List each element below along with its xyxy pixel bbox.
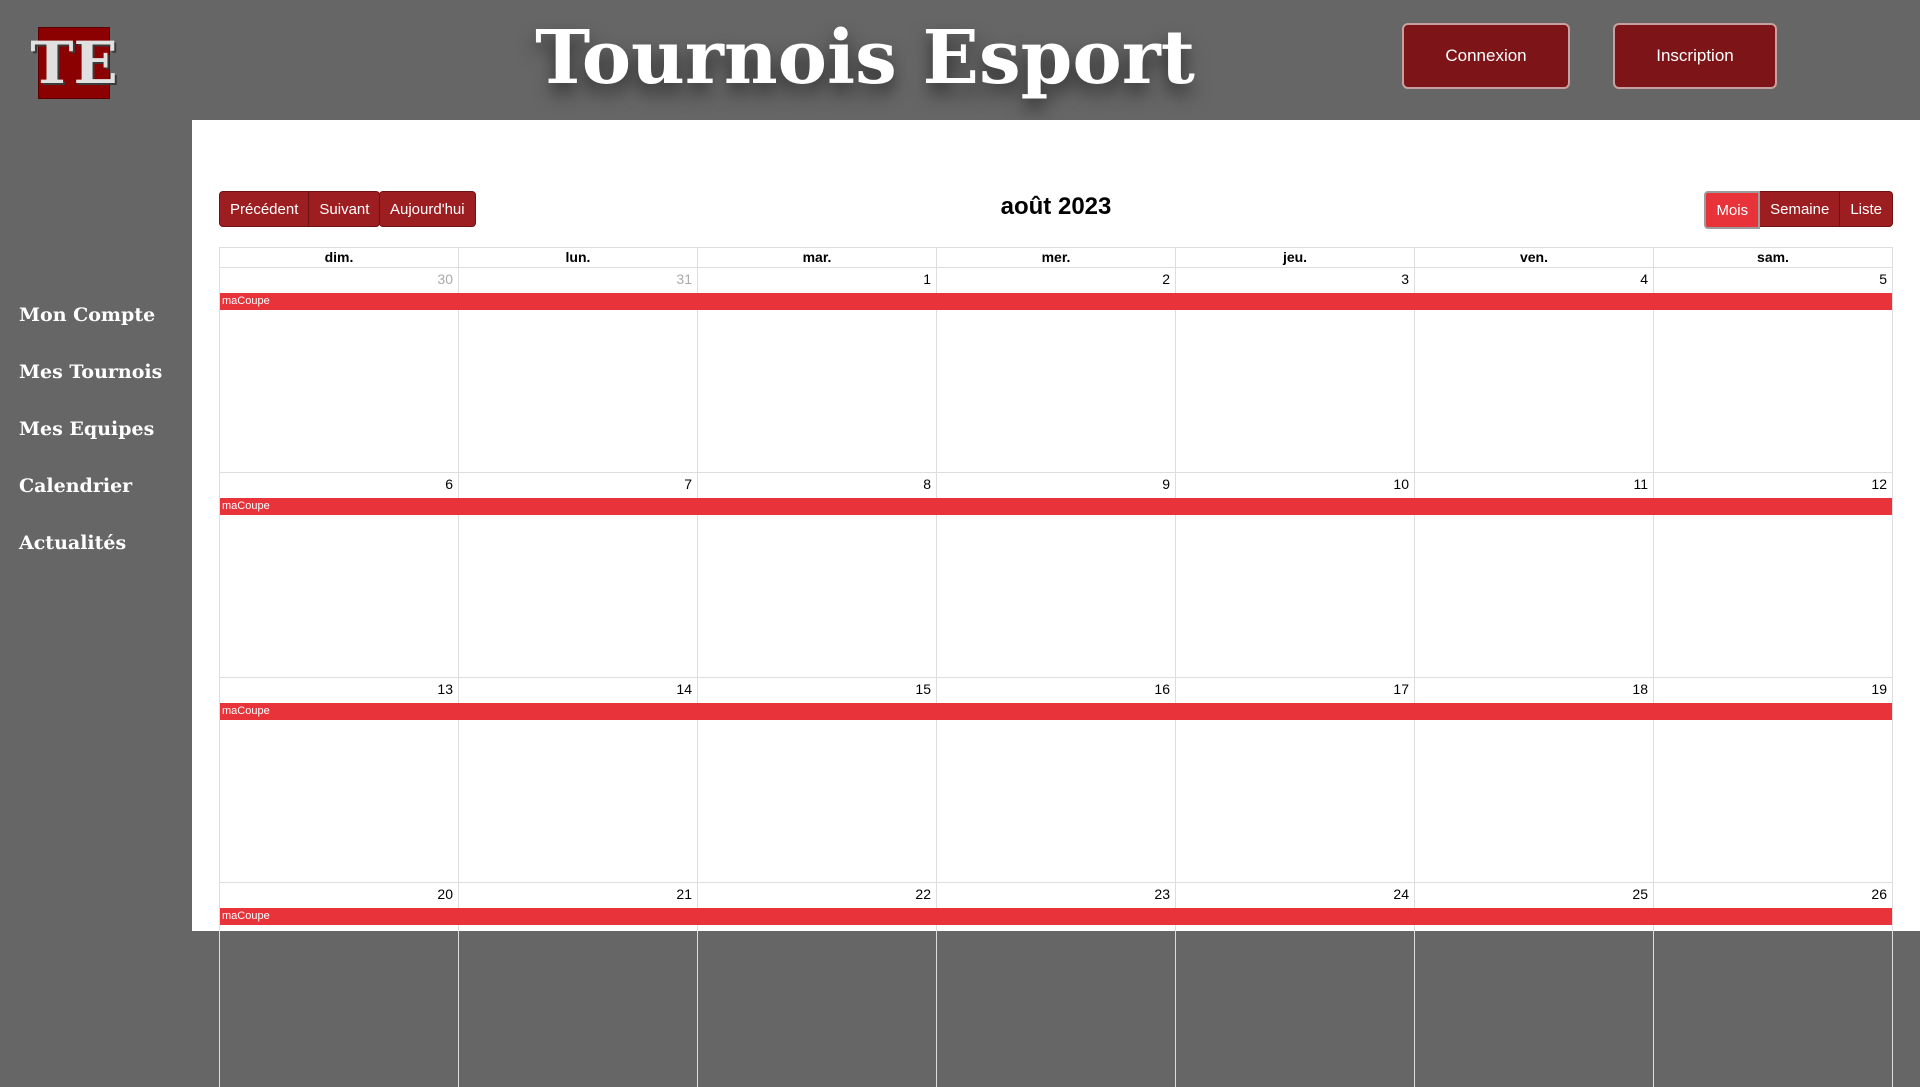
calendar-week: 13 14 15 16 17 18 19 maCoupe [219,677,1893,882]
dow-thursday: jeu. [1175,248,1414,267]
day-number: 16 [1154,681,1170,697]
day-number: 17 [1393,681,1409,697]
event-macoupe[interactable]: maCoupe [220,498,1892,515]
dow-sunday: dim. [324,249,354,265]
calendar-title: août 2023 [1000,193,1112,220]
day-number: 31 [676,271,692,287]
day-number: 21 [676,886,692,902]
day-number: 1 [923,271,931,287]
day-number: 12 [1871,476,1887,492]
main-content: Précédent Suivant Aujourd'hui août 2023 … [192,120,1920,1087]
calendar-grid: dim. lun. mar. mer. jeu. ven. sam. 30 31… [219,247,1893,1087]
day-number: 13 [437,681,453,697]
day-number: 11 [1633,476,1648,492]
view-week-button[interactable]: Semaine [1760,191,1841,227]
day-number: 2 [1162,271,1170,287]
day-number: 8 [923,476,931,492]
calendar-week: 30 31 1 2 3 4 5 maCoupe [219,267,1893,472]
view-month-button[interactable]: Mois [1704,191,1761,229]
calendar-week: 20 21 22 23 24 25 26 maCoupe [219,882,1893,1087]
day-number: 25 [1632,886,1648,902]
day-number: 19 [1871,681,1887,697]
day-number: 22 [915,886,931,902]
day-number: 5 [1879,271,1887,287]
event-macoupe[interactable]: maCoupe [220,908,1892,925]
sidebar-item-actualites[interactable]: Actualités [0,518,190,575]
day-number: 24 [1393,886,1409,902]
sidebar-item-calendrier[interactable]: Calendrier [0,461,190,518]
day-number: 9 [1162,476,1170,492]
day-number: 14 [676,681,692,697]
day-number: 30 [437,271,453,287]
sidebar-nav: Mon Compte Mes Tournois Mes Equipes Cale… [0,290,190,575]
event-macoupe[interactable]: maCoupe [220,703,1892,720]
day-number: 6 [445,476,453,492]
calendar-week: 6 7 8 9 10 11 12 maCoupe [219,472,1893,677]
dow-monday: lun. [458,248,697,267]
day-number: 26 [1871,886,1887,902]
dow-tuesday: mar. [697,248,936,267]
dow-friday: ven. [1414,248,1653,267]
day-number: 3 [1401,271,1409,287]
day-of-week-header: dim. lun. mar. mer. jeu. ven. sam. [219,247,1893,267]
login-button[interactable]: Connexion [1402,23,1570,89]
day-number: 10 [1393,476,1409,492]
sidebar-item-mes-equipes[interactable]: Mes Equipes [0,404,190,461]
view-button-group: Mois Semaine Liste [1704,191,1893,229]
day-number: 23 [1154,886,1170,902]
sidebar-item-mon-compte[interactable]: Mon Compte [0,290,190,347]
sidebar-item-mes-tournois[interactable]: Mes Tournois [0,347,190,404]
day-number: 20 [437,886,453,902]
view-list-button[interactable]: Liste [1840,191,1893,227]
day-number: 7 [684,476,692,492]
day-number: 4 [1640,271,1648,287]
event-macoupe[interactable]: maCoupe [220,293,1892,310]
dow-wednesday: mer. [936,248,1175,267]
day-number: 15 [915,681,931,697]
signup-button[interactable]: Inscription [1613,23,1777,89]
dow-saturday: sam. [1653,248,1892,267]
day-number: 18 [1632,681,1648,697]
calendar-toolbar: Précédent Suivant Aujourd'hui août 2023 … [219,191,1893,229]
